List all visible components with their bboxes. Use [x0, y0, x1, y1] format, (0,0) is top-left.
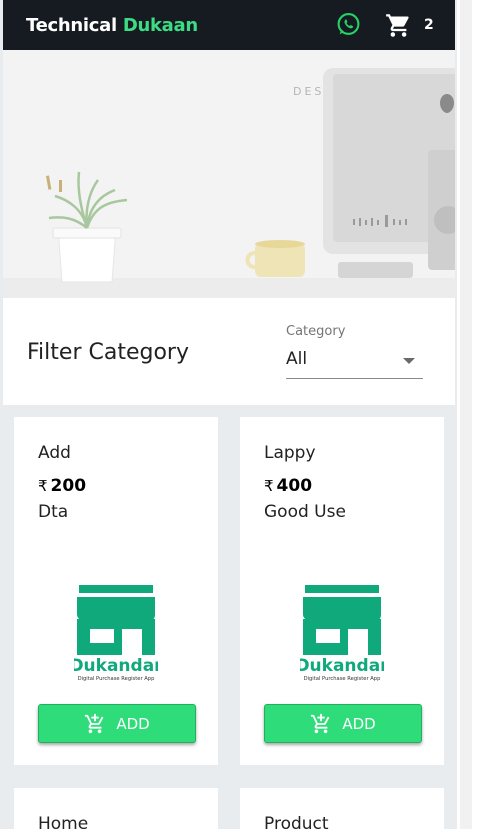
dukandar-logo: Dukandar Digital Purchase Register App — [74, 585, 158, 682]
brand-name-first: Technical — [26, 14, 117, 36]
app-viewport: Technical Dukaan 2 DES & PIXEL — [0, 0, 457, 829]
add-to-cart-icon — [85, 713, 104, 733]
add-to-cart-button[interactable]: ADD — [38, 704, 196, 743]
product-price: ₹200 — [38, 476, 86, 496]
desk-scene-illustration: DES & PIXEL — [3, 50, 455, 298]
svg-text:& PIXEL: & PIXEL — [368, 50, 443, 54]
filter-category-section: Filter Category Category All — [3, 298, 455, 405]
currency-symbol: ₹ — [38, 477, 48, 495]
cart-icon[interactable] — [385, 12, 412, 39]
category-select[interactable]: All — [286, 342, 423, 379]
product-card: Add ₹200 Dta Dukandar Digital Purchase R… — [14, 417, 218, 765]
product-card: Home — [14, 788, 218, 829]
scrollbar-thumb[interactable] — [460, 0, 472, 829]
brand-logo[interactable]: Technical Dukaan — [26, 15, 198, 36]
add-to-cart-icon — [311, 713, 330, 733]
category-select-value: All — [286, 349, 308, 369]
price-amount: 200 — [50, 476, 87, 496]
product-name: Home — [38, 814, 89, 829]
currency-symbol: ₹ — [264, 477, 274, 495]
filter-title: Filter Category — [27, 340, 189, 365]
whatsapp-icon[interactable] — [336, 12, 361, 37]
product-name: Add — [38, 443, 71, 463]
logo-title: Dukandar — [300, 656, 384, 676]
product-description: Dta — [38, 502, 69, 522]
product-name: Lappy — [264, 443, 316, 463]
brand-name-second: Dukaan — [122, 14, 198, 36]
svg-text:DES: DES — [293, 85, 324, 98]
add-button-label: ADD — [116, 714, 150, 733]
category-select-label: Category — [286, 324, 346, 339]
top-navbar: Technical Dukaan 2 — [3, 0, 455, 50]
product-card: Product — [240, 788, 444, 829]
add-button-label: ADD — [342, 714, 376, 733]
product-card: Lappy ₹400 Good Use Dukandar Digital Pur… — [240, 417, 444, 765]
cart-count-badge: 2 — [424, 17, 434, 33]
add-to-cart-button[interactable]: ADD — [264, 704, 422, 743]
hero-banner-image: DES & PIXEL — [3, 50, 455, 298]
product-name: Product — [264, 814, 329, 829]
dukandar-logo: Dukandar Digital Purchase Register App — [300, 585, 384, 682]
price-amount: 400 — [276, 476, 313, 496]
logo-subtitle: Digital Purchase Register App — [78, 676, 156, 682]
logo-subtitle: Digital Purchase Register App — [304, 676, 382, 682]
product-description: Good Use — [264, 502, 346, 522]
logo-title: Dukandar — [74, 656, 158, 676]
dropdown-arrow-icon — [403, 358, 415, 364]
product-price: ₹400 — [264, 476, 312, 496]
